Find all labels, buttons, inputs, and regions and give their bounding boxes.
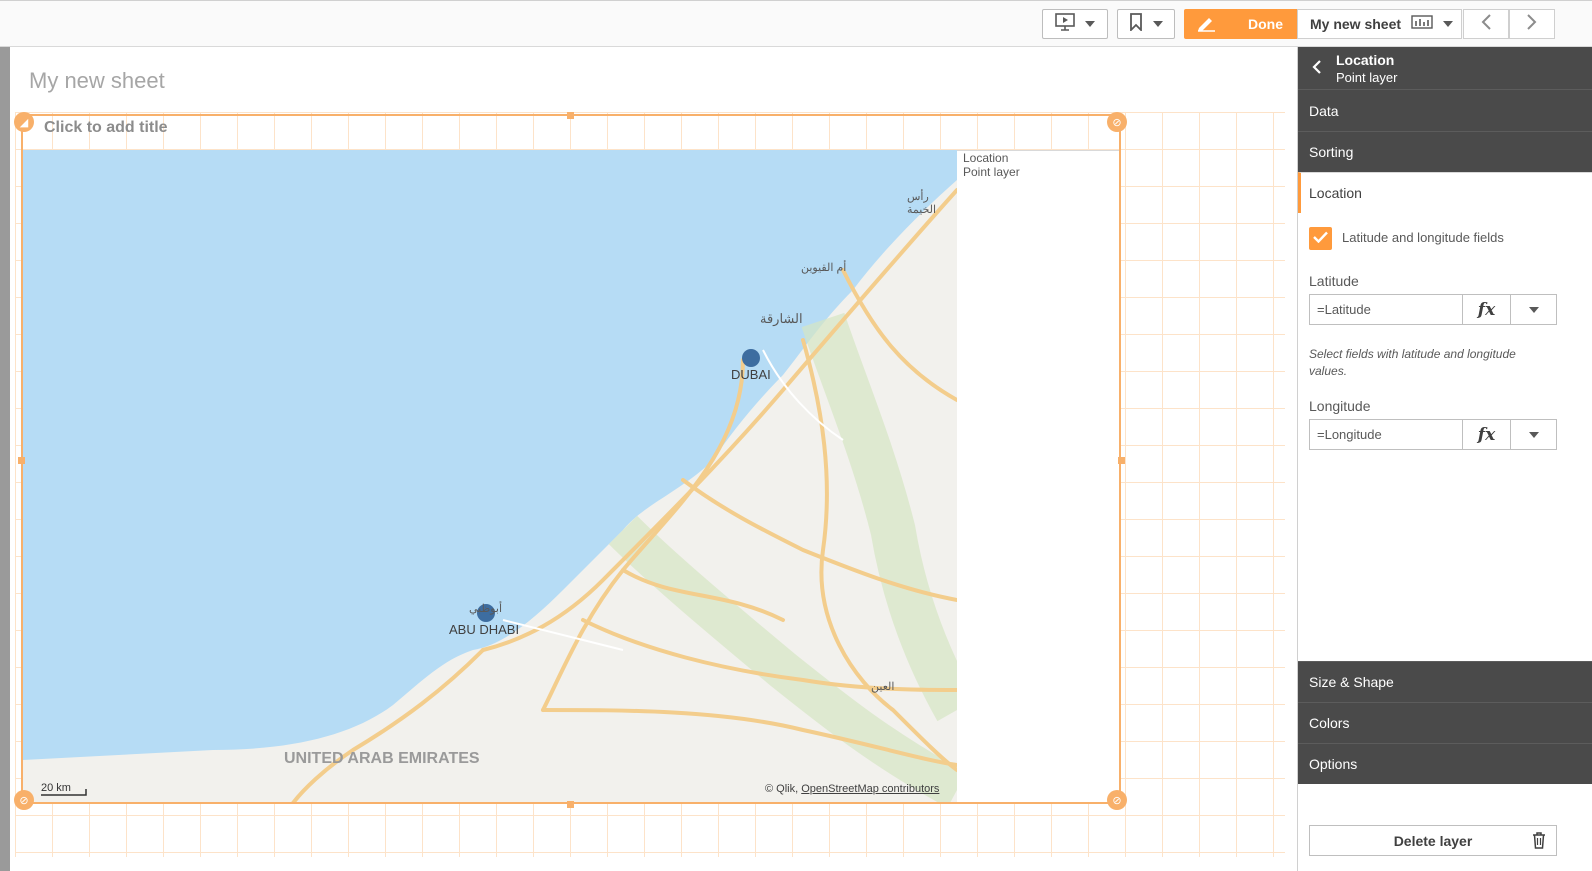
next-sheet-button[interactable] [1509,9,1555,39]
done-label: Done [1248,16,1283,32]
resize-corner-bottom-left[interactable]: ⊘ [14,790,34,810]
longitude-label: Longitude [1309,398,1371,414]
latitude-dropdown-button[interactable] [1510,295,1556,324]
latitude-field: =Latitude fx [1309,294,1557,325]
panel-header-title: Location [1336,52,1395,68]
checkmark-icon [1313,230,1328,248]
chevron-down-icon [1085,21,1095,27]
chevron-down-icon [1528,431,1539,438]
section-options[interactable]: Options [1298,743,1592,784]
latitude-input[interactable]: =Latitude [1310,295,1462,324]
latitude-label: Latitude [1309,273,1359,289]
delete-layer-button[interactable]: Delete layer [1309,825,1557,856]
chevron-down-icon [1528,306,1539,313]
sheet-selector-button[interactable]: My new sheet [1297,9,1462,39]
longitude-input[interactable]: =Longitude [1310,420,1462,449]
panel-header[interactable]: Location Point layer [1298,47,1592,89]
section-data[interactable]: Data [1298,89,1592,131]
object-title-placeholder[interactable]: Click to add title [44,119,168,137]
latlon-hint: Select fields with latitude and longitud… [1309,347,1516,378]
selected-object-frame [21,114,1121,804]
resize-handle-bottom[interactable] [567,801,574,808]
resize-handle-right[interactable] [1118,457,1125,464]
latlon-checkbox-label: Latitude and longitude fields [1342,230,1504,245]
longitude-expression-button[interactable]: fx [1462,420,1510,449]
sheet-name-label: My new sheet [1310,16,1402,32]
done-button[interactable]: Done [1184,9,1297,39]
longitude-dropdown-button[interactable] [1510,420,1556,449]
longitude-field: =Longitude fx [1309,419,1557,450]
chevron-right-icon [1526,13,1538,35]
sheet-title[interactable]: My new sheet [29,68,165,94]
pencil-icon [1196,14,1216,35]
chevron-down-icon [1443,21,1454,27]
resize-handle-left[interactable] [18,457,25,464]
section-location[interactable]: Location [1298,172,1592,213]
section-colors[interactable]: Colors [1298,702,1592,743]
section-size-shape[interactable]: Size & Shape [1298,661,1592,702]
trash-icon [1532,832,1546,852]
panel-header-subtitle: Point layer [1336,70,1398,85]
delete-layer-label: Delete layer [1393,832,1473,849]
chevron-down-icon [1153,21,1163,27]
previous-sheet-button[interactable] [1463,9,1509,39]
bookmark-icon [1129,12,1143,36]
chevron-left-icon [1480,13,1492,35]
sheets-overview-icon [1411,14,1433,34]
latitude-expression-button[interactable]: fx [1462,295,1510,324]
bookmark-menu-button[interactable] [1117,9,1175,39]
present-menu-button[interactable] [1042,9,1108,39]
resize-handle-top[interactable] [567,112,574,119]
resize-corner-bottom-right[interactable]: ⊘ [1107,790,1127,810]
presentation-icon [1055,12,1075,36]
back-chevron-icon[interactable] [1312,60,1322,79]
resize-corner-top-right[interactable]: ⊘ [1107,112,1127,132]
latlon-checkbox[interactable] [1309,227,1332,250]
section-sorting[interactable]: Sorting [1298,131,1592,172]
sheet-edge [0,47,10,871]
resize-corner-top-left[interactable]: ◢ [14,112,34,132]
